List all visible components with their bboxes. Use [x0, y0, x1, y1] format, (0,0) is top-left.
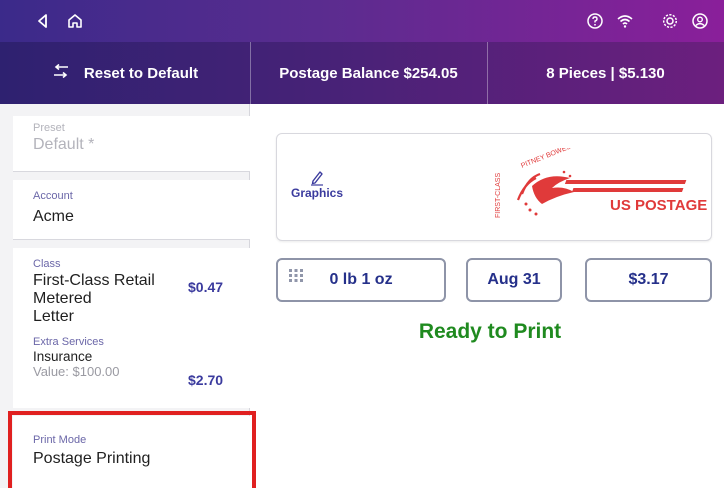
preset-label: Preset	[33, 122, 65, 134]
keypad-icon	[288, 268, 304, 291]
back-icon[interactable]	[32, 10, 54, 32]
account-label: Account	[33, 190, 73, 202]
class-value-line3: Letter	[33, 308, 74, 325]
date-value: Aug 31	[487, 271, 541, 288]
class-field[interactable]: Class First-Class Retail Metered Letter …	[13, 248, 250, 408]
extra-services-label: Extra Services	[33, 336, 104, 348]
weight-button[interactable]: 0 lb 1 oz	[276, 258, 446, 302]
settings-icon[interactable]	[659, 10, 681, 32]
graphics-button[interactable]: Graphics	[287, 168, 347, 200]
extra-services-price: $2.70	[188, 372, 224, 388]
pieces-summary-label: 8 Pieces | $5.130	[546, 64, 665, 82]
home-icon[interactable]	[64, 10, 86, 32]
pieces-summary-button[interactable]: 8 Pieces | $5.130	[487, 42, 724, 104]
status-bar	[0, 0, 724, 42]
amount-value: $3.17	[628, 271, 669, 288]
class-label: Class	[33, 258, 61, 270]
date-button[interactable]: Aug 31	[466, 258, 562, 302]
postage-preview-card: Graphics FIRST-CLASS PITNEY BOWES US POS…	[276, 133, 712, 241]
preset-value: Default *	[33, 136, 95, 153]
stamp-brand-text: US POSTAGE	[610, 197, 707, 214]
reset-to-default-button[interactable]: Reset to Default	[0, 42, 250, 104]
ready-status: Ready to Print	[418, 320, 562, 343]
class-price: $0.47	[188, 279, 224, 295]
account-value: Acme	[33, 208, 74, 225]
speed-lines	[564, 180, 687, 192]
pencil-icon	[287, 168, 347, 186]
navigation-bar: Reset to Default Postage Balance $254.05…	[0, 42, 724, 104]
extra-services-name: Insurance	[33, 349, 93, 364]
wifi-icon[interactable]	[614, 10, 636, 32]
preset-field[interactable]: Preset Default *	[13, 116, 250, 172]
reset-label: Reset to Default	[83, 64, 199, 82]
stamp-arc-text: PITNEY BOWES	[520, 148, 572, 170]
amount-button[interactable]: $3.17	[585, 258, 712, 302]
reset-icon	[52, 63, 70, 82]
postage-balance-button[interactable]: Postage Balance $254.05	[250, 42, 487, 104]
account-icon[interactable]	[689, 10, 711, 32]
weight-value: 0 lb 1 oz	[329, 271, 393, 288]
graphics-label: Graphics	[290, 186, 344, 200]
postage-stamp: FIRST-CLASS PITNEY BOWES US POSTAGE	[492, 143, 707, 228]
account-field[interactable]: Account Acme	[13, 180, 250, 240]
print-mode-highlight	[8, 411, 256, 488]
postage-balance-label: Postage Balance $254.05	[279, 64, 458, 82]
eagle-logo	[516, 172, 574, 204]
help-icon[interactable]	[584, 10, 606, 32]
stamp-side-text: FIRST-CLASS	[495, 173, 502, 218]
